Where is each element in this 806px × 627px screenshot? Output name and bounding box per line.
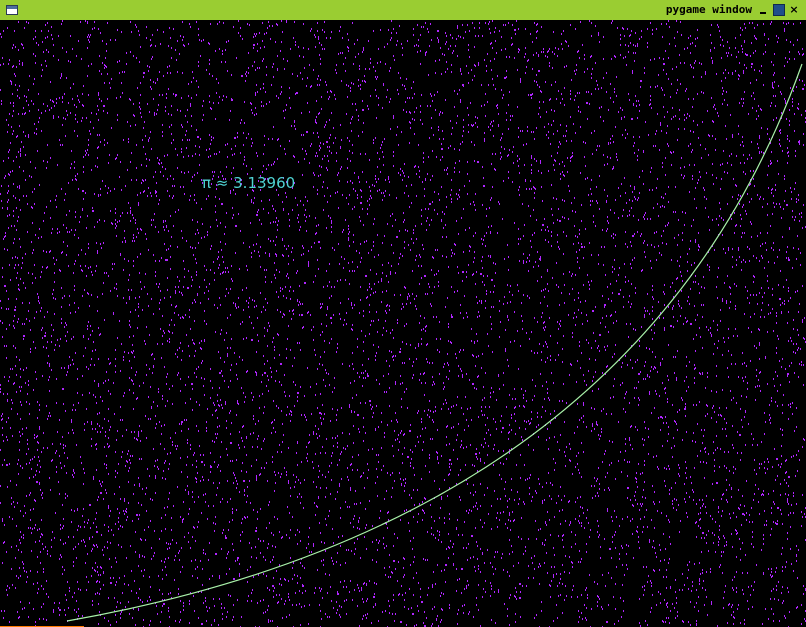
monte-carlo-plot [0, 20, 806, 627]
minimize-button[interactable] [757, 4, 769, 16]
simulation-canvas[interactable]: π ≈ 3.13960 [0, 20, 806, 627]
quarter-circle-arc [66, 63, 803, 622]
random-points [0, 20, 806, 627]
close-button[interactable]: × [788, 4, 800, 16]
pygame-window: pygame window × π ≈ 3.13960 [0, 0, 806, 627]
title-bar[interactable]: pygame window × [0, 0, 806, 20]
point-cloud [0, 20, 806, 627]
window-title: pygame window [665, 3, 752, 16]
app-window-icon[interactable] [6, 5, 18, 15]
pi-estimate-label: π ≈ 3.13960 [202, 174, 296, 192]
maximize-button[interactable] [773, 4, 785, 16]
